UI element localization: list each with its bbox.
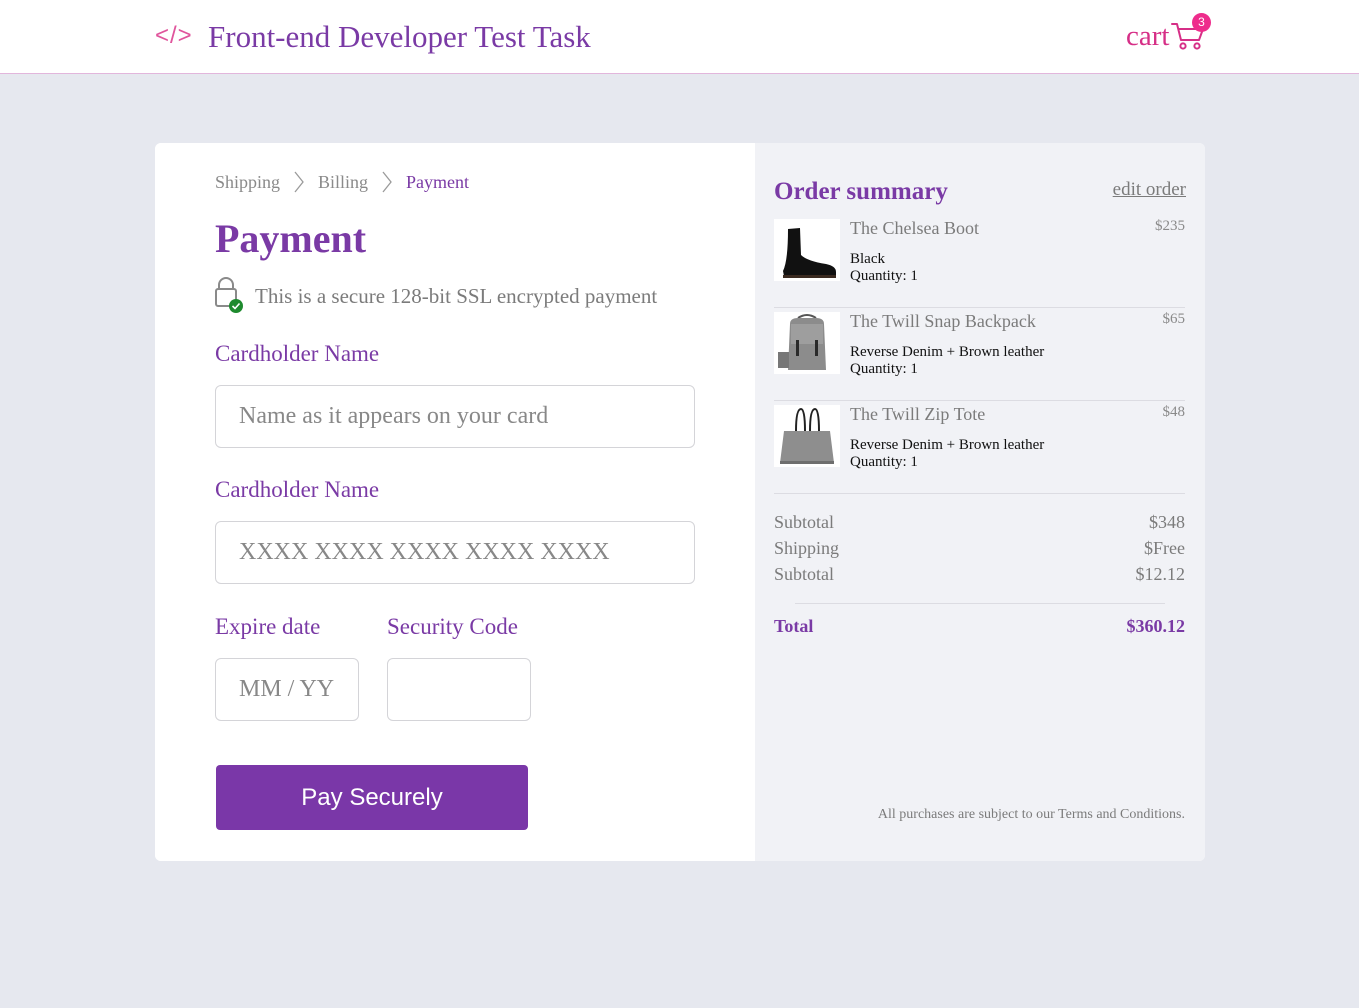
cart-label: cart	[1126, 20, 1170, 52]
item-price: $48	[1162, 404, 1186, 420]
item-price: $235	[1155, 218, 1185, 234]
item-quantity: Quantity: 1	[850, 361, 918, 377]
chevron-right-icon	[294, 171, 304, 193]
app-title: Front-end Developer Test Task	[208, 19, 591, 54]
order-totals: Subtotal $348 Shipping $Free Subtotal $1…	[774, 512, 1185, 590]
card-number-input[interactable]	[215, 521, 695, 584]
payment-panel: Shipping Billing Payment Payment This is…	[155, 143, 755, 861]
card-number-label: Cardholder Name	[215, 477, 380, 502]
expire-date-input[interactable]	[215, 658, 359, 721]
tote-icon	[774, 405, 840, 467]
subtotal-label: Subtotal	[774, 512, 835, 532]
shipping-value: $Free	[1144, 538, 1185, 558]
breadcrumb-payment[interactable]: Payment	[406, 172, 469, 193]
cardholder-name-input[interactable]	[215, 385, 695, 448]
item-price: $65	[1162, 311, 1186, 327]
order-item: The Twill Snap Backpack $65 Reverse Deni…	[774, 308, 1185, 401]
edit-order-link[interactable]: edit order	[1113, 179, 1186, 201]
terms-note: All purchases are subject to our Terms a…	[877, 807, 1185, 822]
security-code-input[interactable]	[387, 658, 531, 721]
cardholder-name-label: Cardholder Name	[215, 341, 380, 366]
pay-securely-button[interactable]: Pay Securely	[216, 765, 528, 830]
page-title: Payment	[215, 216, 367, 261]
total-label: Total	[774, 616, 814, 636]
item-quantity: Quantity: 1	[850, 268, 918, 284]
boot-icon	[774, 219, 840, 281]
backpack-icon	[774, 312, 840, 374]
cart-count-badge: 3	[1192, 13, 1211, 32]
total-value: $360.12	[1126, 616, 1186, 636]
tax-row: Subtotal $12.12	[774, 564, 1185, 590]
expire-date-label: Expire date	[215, 614, 321, 639]
shipping-label: Shipping	[774, 538, 840, 558]
total-row: Total $360.12	[774, 616, 1185, 637]
item-quantity: Quantity: 1	[850, 454, 918, 470]
tax-label: Subtotal	[774, 564, 835, 584]
secure-lock-icon	[215, 277, 243, 313]
order-summary-panel: Order summary edit order The Chelsea Boo…	[755, 143, 1205, 861]
chevron-right-icon	[382, 171, 392, 193]
order-item: The Chelsea Boot $235 Black Quantity: 1	[774, 215, 1185, 308]
top-header: </> Front-end Developer Test Task cart 3	[0, 0, 1359, 74]
subtotal-row: Subtotal $348	[774, 512, 1185, 538]
security-code-label: Security Code	[387, 614, 518, 639]
tax-value: $12.12	[1135, 564, 1186, 584]
secure-payment-text: This is a secure 128-bit SSL encrypted p…	[255, 283, 658, 308]
code-logo-icon: </>	[155, 22, 193, 49]
item-name: The Chelsea Boot	[850, 218, 979, 238]
order-summary-title: Order summary	[774, 178, 948, 205]
breadcrumb: Shipping Billing Payment	[215, 170, 469, 194]
item-variant: Reverse Denim + Brown leather	[850, 344, 1045, 360]
item-variant: Black	[850, 251, 885, 267]
totals-divider	[795, 603, 1165, 604]
order-item: The Twill Zip Tote $48 Reverse Denim + B…	[774, 401, 1185, 494]
secure-payment-note: This is a secure 128-bit SSL encrypted p…	[215, 276, 657, 316]
subtotal-value: $348	[1149, 512, 1185, 532]
breadcrumb-billing[interactable]: Billing	[318, 172, 368, 193]
breadcrumb-shipping[interactable]: Shipping	[215, 172, 280, 193]
item-name: The Twill Snap Backpack	[850, 311, 1036, 331]
item-name: The Twill Zip Tote	[850, 404, 986, 424]
item-variant: Reverse Denim + Brown leather	[850, 437, 1045, 453]
checkout-card: Shipping Billing Payment Payment This is…	[155, 143, 1205, 861]
shipping-row: Shipping $Free	[774, 538, 1185, 564]
